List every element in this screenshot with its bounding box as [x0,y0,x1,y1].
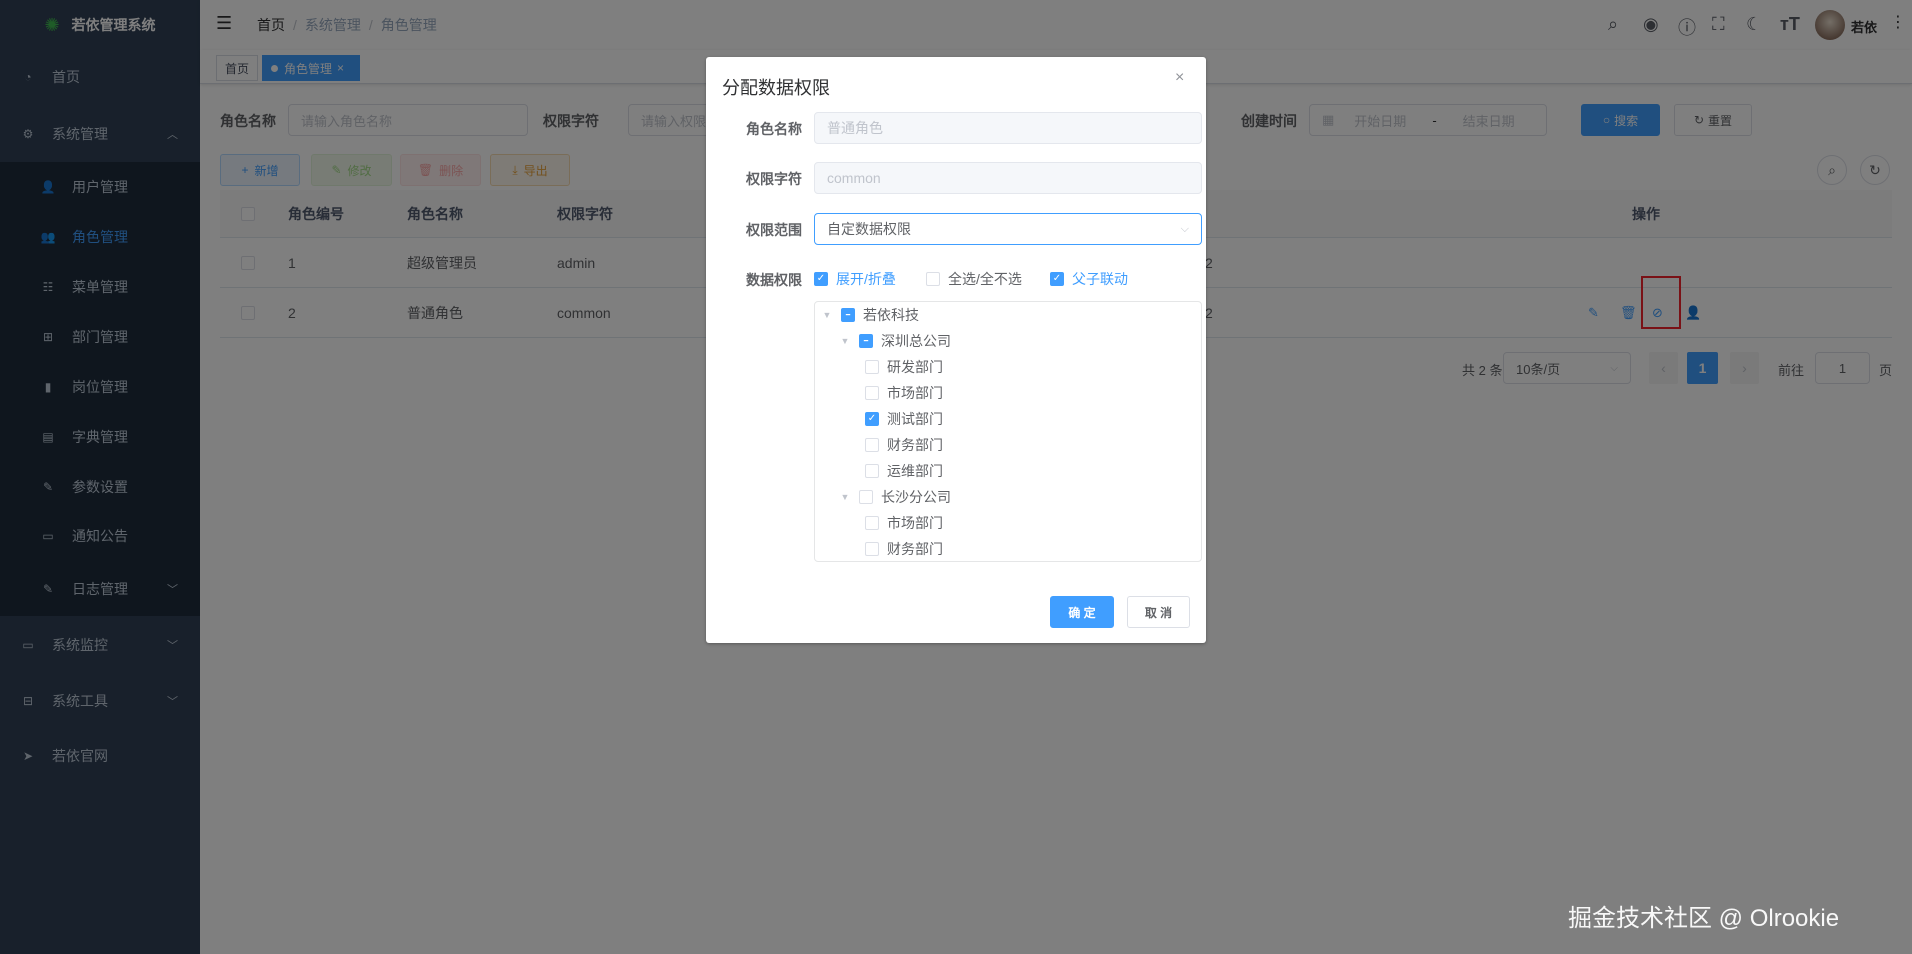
dept-tree: ▼━若依科技▼━深圳总公司研发部门市场部门✓测试部门财务部门运维部门▼长沙分公司… [814,301,1202,562]
tree-checkbox[interactable] [859,490,873,504]
tree-node-label: 市场部门 [887,513,943,533]
tree-checkbox[interactable] [865,516,879,530]
confirm-button[interactable]: 确 定 [1050,596,1114,628]
tree-node[interactable]: ▼ ━ 若依科技 [821,302,919,328]
dialog-scope-label: 权限范围 [718,220,802,240]
dialog-role-key-input: common [814,162,1202,194]
tree-node-label: 市场部门 [887,383,943,403]
tree-node[interactable]: 运维部门 [865,458,943,484]
dialog-title: 分配数据权限 [722,74,830,100]
tree-node-label: 财务部门 [887,539,943,559]
tree-checkbox[interactable] [865,542,879,556]
tree-node-label: 财务部门 [887,435,943,455]
tree-checkbox[interactable]: ━ [859,334,873,348]
linkage-checkbox[interactable]: ✓父子联动 [1050,269,1128,289]
caret-down-icon[interactable]: ▼ [821,310,833,320]
dialog-role-name-label: 角色名称 [718,119,802,139]
tree-node[interactable]: 市场部门 [865,380,943,406]
chevron-down-icon: ⌵ [1181,223,1189,236]
expand-checkbox[interactable]: ✓展开/折叠 [814,269,896,289]
caret-down-icon[interactable]: ▼ [839,492,851,502]
caret-down-icon[interactable]: ▼ [839,336,851,346]
tree-node[interactable]: 财务部门 [865,432,943,458]
select-all-tree-checkbox[interactable]: 全选/全不选 [926,269,1022,289]
tree-checkbox[interactable]: ━ [841,308,855,322]
close-icon[interactable]: × [1175,69,1184,87]
tree-node[interactable]: ✓ 测试部门 [865,406,943,432]
scope-select[interactable]: 自定数据权限⌵ [814,213,1202,245]
tree-checkbox[interactable] [865,438,879,452]
watermark: 掘金技术社区 @ Olrookie [1568,898,1839,933]
tree-node-label: 测试部门 [887,409,943,429]
tree-node-label: 研发部门 [887,357,943,377]
tree-node[interactable]: 财务部门 [865,536,943,562]
tree-node[interactable]: 研发部门 [865,354,943,380]
tree-node-label: 若依科技 [863,305,919,325]
tree-checkbox[interactable]: ✓ [865,412,879,426]
tree-node[interactable]: 市场部门 [865,510,943,536]
tree-checkbox[interactable] [865,464,879,478]
dialog-role-key-label: 权限字符 [718,169,802,189]
dialog-data-label: 数据权限 [718,270,802,290]
tree-checkbox[interactable] [865,386,879,400]
data-scope-dialog: 分配数据权限 × 角色名称 普通角色 权限字符 common 权限范围 自定数据… [706,57,1206,643]
tree-node[interactable]: ▼ 长沙分公司 [839,484,951,510]
dialog-role-name-input: 普通角色 [814,112,1202,144]
tree-node-label: 深圳总公司 [881,331,951,351]
tree-checkbox[interactable] [865,360,879,374]
tree-node-label: 运维部门 [887,461,943,481]
tree-node-label: 长沙分公司 [881,487,951,507]
cancel-button[interactable]: 取 消 [1127,596,1190,628]
tree-node[interactable]: ▼ ━ 深圳总公司 [839,328,951,354]
